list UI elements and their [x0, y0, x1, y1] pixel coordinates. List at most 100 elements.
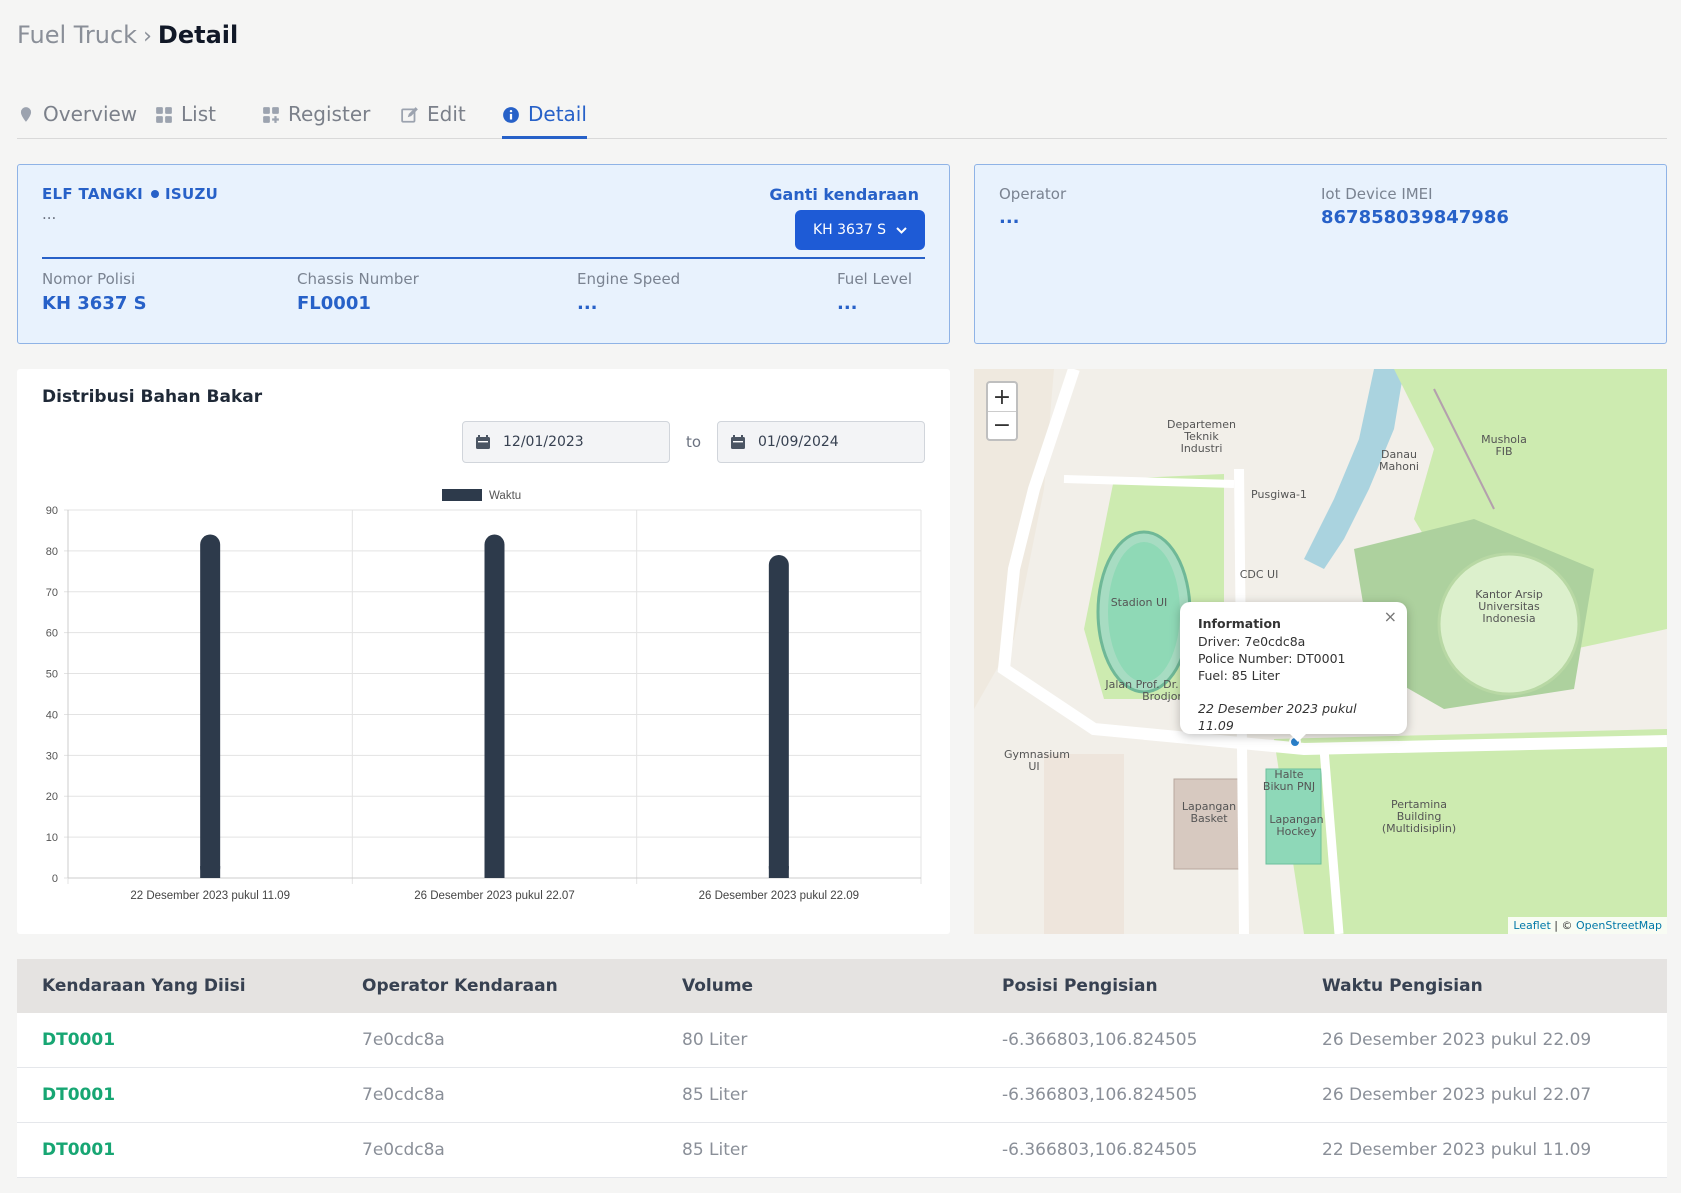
info-icon [503, 107, 519, 123]
popup-tip [1288, 732, 1308, 742]
breadcrumb: Fuel Truck › Detail [17, 21, 238, 49]
map-label: Departemen Teknik Industri [1166, 418, 1237, 455]
field-value-chassis: FL0001 [297, 293, 371, 314]
page-title: Detail [157, 21, 239, 49]
field-label-fuel-level: Fuel Level [837, 270, 913, 288]
leaflet-link[interactable]: Leaflet [1513, 919, 1550, 932]
card-divider [42, 257, 925, 259]
column-header: Volume [682, 976, 754, 996]
tab-label: Detail [528, 102, 587, 126]
selected-vehicle: KH 3637 S [812, 222, 887, 238]
y-tick-label: 30 [46, 750, 58, 762]
chart-bar [768, 554, 789, 878]
vehicle-subtitle: ... [42, 205, 57, 223]
y-tick-label: 20 [46, 791, 58, 803]
location-map[interactable]: Stadion UI Danau Mahoni Pusgiwa-1 CDC UI… [974, 369, 1667, 934]
table-cell: 26 Desember 2023 pukul 22.07 [1322, 1085, 1592, 1105]
tab-label: Edit [427, 102, 466, 126]
imei-value: 867858039847986 [1321, 207, 1509, 228]
map-zoom-control: + − [986, 381, 1018, 441]
column-header: Kendaraan Yang Diisi [42, 976, 246, 996]
y-tick-label: 0 [52, 873, 58, 885]
table-cell: 7e0cdc8a [362, 1085, 445, 1105]
tab-register[interactable]: Register [262, 102, 370, 138]
table-cell: -6.366803,106.824505 [1002, 1030, 1198, 1050]
map-label: Halte Bikun PNJ [1262, 768, 1316, 793]
map-label: Kantor Arsip Universitas Indonesia [1475, 588, 1543, 625]
table-cell: -6.366803,106.824505 [1002, 1085, 1198, 1105]
operator-card: Operator ... Iot Device IMEI 86785803984… [974, 164, 1667, 344]
operator-label: Operator [999, 185, 1067, 203]
table-cell: 22 Desember 2023 pukul 11.09 [1322, 1140, 1592, 1160]
vehicle-type: ELF TANGKI [42, 185, 144, 203]
fuel-distribution-panel: Distribusi Bahan Bakar 12/01/2023 to 01/… [17, 369, 950, 934]
vehicle-link[interactable]: DT0001 [17, 1140, 337, 1160]
tab-overview[interactable]: Overview [17, 102, 137, 138]
table-cell: -6.366803,106.824505 [1002, 1140, 1198, 1160]
tab-bar: Overview List Register Edit Detail [17, 94, 1667, 139]
popup-time: 22 Desember 2023 pukul 11.09 [1198, 701, 1357, 733]
zoom-out-button[interactable]: − [988, 411, 1016, 439]
field-label-nomor-polisi: Nomor Polisi [42, 270, 136, 288]
popup-close-button[interactable]: × [1384, 607, 1397, 626]
tab-label: Register [288, 102, 371, 126]
chart-bar-base [484, 866, 505, 878]
x-tick-label: 26 Desember 2023 pukul 22.07 [414, 890, 574, 902]
chart-bar-base [200, 866, 221, 878]
switch-vehicle-label: Ganti kendaraan [769, 185, 919, 204]
popup-driver: Driver: 7e0cdc8a [1198, 634, 1306, 649]
breadcrumb-separator: › [143, 24, 152, 49]
tab-edit[interactable]: Edit [401, 102, 466, 138]
chevron-down-icon [896, 226, 907, 234]
map-pin-icon [20, 107, 32, 122]
map-label: Pertamina Building (Multidisiplin) [1381, 798, 1457, 835]
column-header: Waktu Pengisian [1322, 976, 1483, 996]
y-tick-label: 80 [46, 546, 58, 558]
map-label: Pusgiwa-1 [1251, 488, 1307, 501]
edit-icon [401, 107, 418, 123]
map-label: Gymnasium UI [1004, 748, 1070, 773]
zoom-in-button[interactable]: + [988, 383, 1016, 411]
legend-swatch [442, 489, 482, 501]
osm-link[interactable]: OpenStreetMap [1576, 919, 1662, 932]
separator-dot-icon [151, 189, 160, 198]
y-tick-label: 40 [46, 709, 58, 721]
y-tick-label: 90 [46, 505, 58, 517]
field-label-engine-speed: Engine Speed [577, 270, 681, 288]
y-tick-label: 10 [46, 832, 58, 844]
table-cell: 80 Liter [682, 1030, 748, 1050]
table-row: DT0001 7e0cdc8a 80 Liter -6.366803,106.8… [17, 1013, 1667, 1068]
table-cell: 7e0cdc8a [362, 1030, 445, 1050]
table-cell: 85 Liter [682, 1085, 748, 1105]
vehicle-link[interactable]: DT0001 [17, 1085, 337, 1105]
field-label-chassis: Chassis Number [297, 270, 419, 288]
table-row: DT0001 7e0cdc8a 85 Liter -6.366803,106.8… [17, 1068, 1667, 1123]
chart-bar-base [768, 866, 789, 878]
imei-label: Iot Device IMEI [1321, 185, 1433, 203]
table-row: DT0001 7e0cdc8a 85 Liter -6.366803,106.8… [17, 1123, 1667, 1178]
map-label: Mushola FIB [1481, 433, 1527, 458]
attribution-separator: | © [1550, 919, 1576, 932]
tab-label: List [181, 102, 216, 126]
breadcrumb-parent[interactable]: Fuel Truck [17, 21, 137, 49]
map-info-popup: × Information Driver: 7e0cdc8a Police Nu… [1180, 602, 1407, 734]
map-label: Stadion UI [1110, 596, 1168, 609]
tab-detail[interactable]: Detail [502, 102, 587, 139]
legend-label: Waktu [489, 490, 521, 502]
y-tick-label: 50 [46, 669, 58, 681]
table-cell: 7e0cdc8a [362, 1140, 445, 1160]
chart-bar [200, 534, 221, 878]
vehicle-select-dropdown[interactable]: KH 3637 S [795, 210, 925, 250]
vehicle-brand: ISUZU [165, 185, 219, 203]
map-label: Danau Mahoni [1379, 448, 1419, 473]
fuel-bar-chart: 0 10 20 30 40 50 60 70 80 90 22 Desember 2023 puku… [46, 489, 922, 902]
popup-title: Information [1198, 616, 1281, 631]
tab-label: Overview [43, 102, 138, 126]
x-tick-label: 26 Desember 2023 pukul 22.09 [699, 890, 859, 902]
refuel-table: Kendaraan Yang Diisi Operator Kendaraan … [17, 959, 1667, 1178]
map-attribution: Leaflet | © OpenStreetMap [1508, 917, 1667, 934]
vehicle-link[interactable]: DT0001 [17, 1030, 337, 1050]
popup-police-number: Police Number: DT0001 [1198, 651, 1346, 666]
tab-list[interactable]: List [155, 102, 216, 138]
map-label: Lapangan Hockey [1269, 813, 1324, 838]
